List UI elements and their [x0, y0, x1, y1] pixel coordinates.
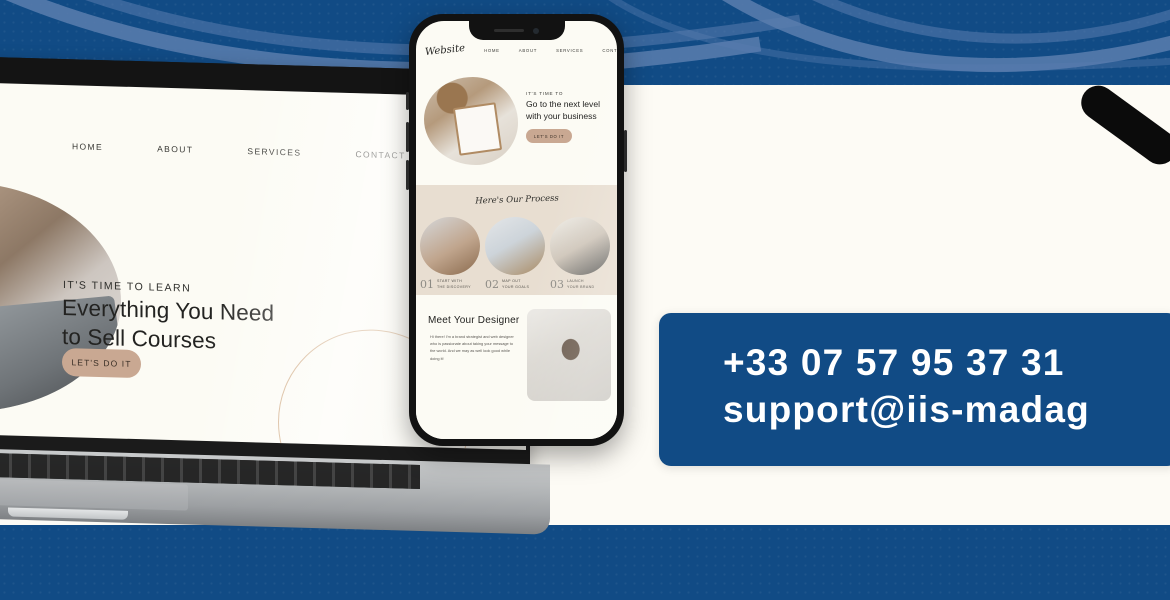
laptop-nav-about[interactable]: ABOUT [157, 144, 193, 155]
contact-card: +33 07 57 95 37 31 support@iis-madag [659, 313, 1170, 466]
phone-step-number: 01 [420, 278, 434, 291]
phone-step-image-3 [550, 217, 610, 275]
phone-logo[interactable]: Website [425, 43, 466, 58]
phone-step-text: MAP OUT YOUR GOALS [502, 279, 529, 290]
contact-email[interactable]: support@iis-madag [723, 386, 1170, 433]
phone-step-line1: LAUNCH [567, 279, 584, 284]
phone-screen: Website HOME ABOUT SERVICES CONTACT IT'S… [416, 21, 617, 439]
laptop-hero-title-line1: Everything You Need [62, 294, 275, 326]
phone-step-text: LAUNCH YOUR BRAND [567, 279, 594, 290]
blue-bottom-band [0, 525, 1170, 600]
promo-banner: HOME ABOUT SERVICES CONTACT IT'S TIME TO… [0, 0, 1170, 600]
laptop-nav-home[interactable]: HOME [72, 141, 103, 152]
laptop-nav-contact[interactable]: CONTACT [355, 149, 405, 160]
phone-step-line2: THE DISCOVERY [437, 284, 471, 289]
phone-step-line1: MAP OUT [502, 279, 521, 284]
phone-step-text: START WITH THE DISCOVERY [437, 279, 471, 290]
phone-volume-up-button[interactable] [406, 122, 409, 152]
phone-hero-title-line1: Go to the next level [526, 99, 601, 109]
phone-mute-switch[interactable] [406, 92, 409, 110]
phone-designer-section: Meet Your Designer Hi there! I'm a brand… [416, 295, 617, 439]
dot-texture [0, 525, 1170, 600]
phone-hero-eyebrow: IT'S TIME TO [526, 91, 564, 96]
laptop-nav-services[interactable]: SERVICES [247, 146, 301, 158]
phone-hero-title: Go to the next level with your business [526, 99, 600, 122]
phone-cta-button[interactable]: LET'S DO IT [526, 129, 572, 143]
phone-volume-down-button[interactable] [406, 160, 409, 190]
contact-phone[interactable]: +33 07 57 95 37 31 [723, 339, 1170, 386]
phone-process-script: Here's Our Process [474, 193, 559, 207]
phone-nav-services[interactable]: SERVICES [556, 48, 583, 53]
phone-process-step: 02 MAP OUT YOUR GOALS [485, 217, 547, 291]
phone-nav-about[interactable]: ABOUT [519, 48, 537, 53]
phone-designer-image [527, 309, 611, 401]
phone-step-number: 02 [485, 278, 499, 291]
phone-site-nav[interactable]: Website HOME ABOUT SERVICES CONTACT [425, 43, 617, 58]
phone-hero-image [424, 77, 518, 165]
phone-process-step: 01 START WITH THE DISCOVERY [420, 217, 482, 291]
phone-hero-title-line2: with your business [526, 110, 597, 121]
phone-step-number: 03 [550, 278, 564, 291]
camera-icon [533, 27, 539, 34]
phone-step-line2: YOUR GOALS [502, 284, 530, 289]
phone-step-image-1 [420, 217, 480, 275]
phone-designer-title: Meet Your Designer [428, 315, 520, 326]
phone-hero-section: IT'S TIME TO Go to the next level with y… [416, 65, 617, 185]
phone-step-caption: 02 MAP OUT YOUR GOALS [485, 278, 547, 291]
phone-notch [468, 21, 565, 40]
speaker-icon [494, 28, 524, 33]
laptop-front-notch [8, 507, 128, 520]
laptop-cta-button[interactable]: LET'S DO IT [62, 347, 141, 379]
phone-mockup: Website HOME ABOUT SERVICES CONTACT IT'S… [406, 14, 627, 446]
laptop-site-nav[interactable]: HOME ABOUT SERVICES CONTACT [72, 141, 406, 160]
phone-process-section: Here's Our Process 01 START WITH THE DIS… [416, 185, 617, 295]
phone-step-line2: YOUR BRAND [567, 284, 595, 289]
phone-designer-body: Hi there! I'm a brand strategist and web… [430, 334, 514, 361]
phone-process-step: 03 LAUNCH YOUR BRAND [550, 217, 612, 291]
phone-step-caption: 03 LAUNCH YOUR BRAND [550, 278, 612, 291]
phone-nav-contact[interactable]: CONTACT [602, 48, 617, 53]
phone-step-caption: 01 START WITH THE DISCOVERY [420, 278, 482, 291]
phone-step-line1: START WITH [437, 279, 463, 284]
laptop-trackpad [0, 477, 188, 511]
phone-nav-home[interactable]: HOME [484, 48, 500, 53]
phone-step-image-2 [485, 217, 545, 275]
phone-power-button[interactable] [624, 130, 627, 172]
